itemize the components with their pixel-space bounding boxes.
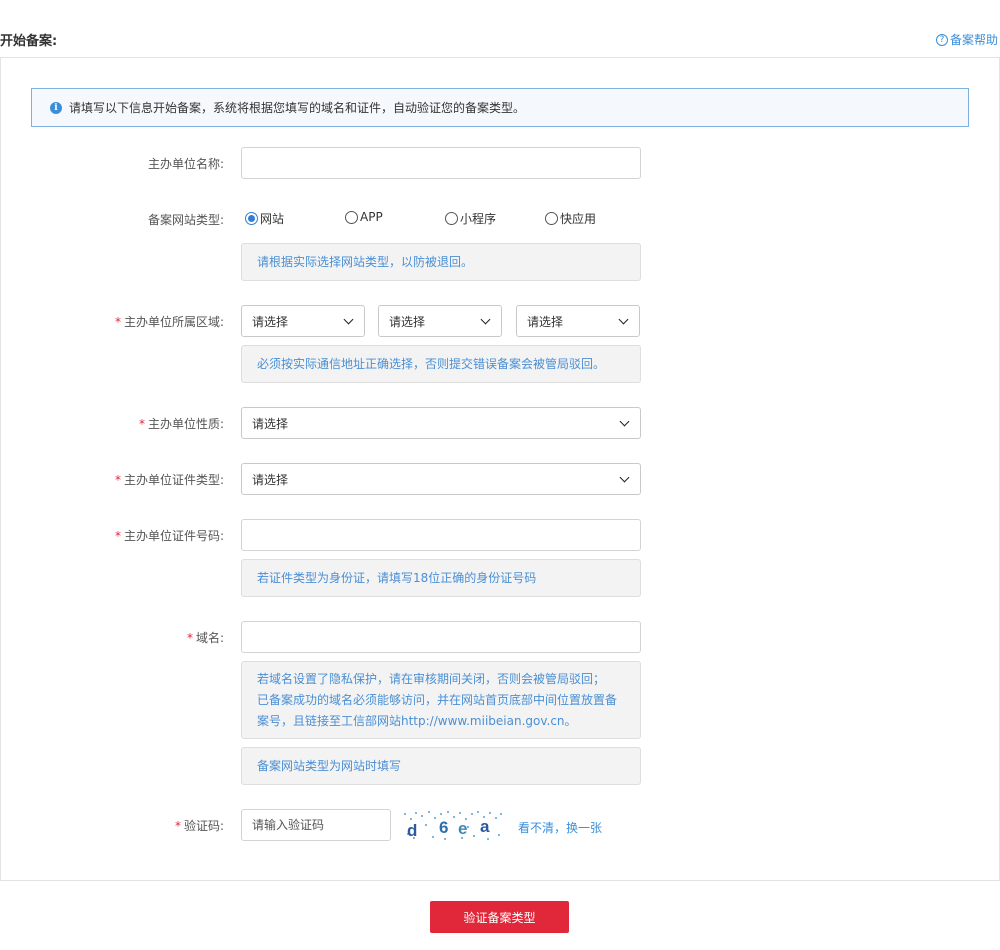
domain-hint-line: 若域名设置了隐私保护，请在审核期间关闭，否则会被管局驳回； bbox=[257, 671, 606, 686]
captcha-image[interactable]: d 6 e a bbox=[401, 809, 505, 841]
question-circle-icon: ? bbox=[935, 33, 948, 46]
site-type-hint: 请根据实际选择网站类型，以防被退回。 bbox=[241, 243, 641, 281]
captcha-refresh-link[interactable]: 看不清，换一张 bbox=[518, 819, 602, 836]
region-label: * 主办单位所属区域: bbox=[114, 315, 224, 329]
page-title: 开始备案: bbox=[0, 34, 58, 49]
verify-filing-type-button[interactable]: 验证备案类型 bbox=[430, 901, 569, 933]
chevron-down-icon bbox=[343, 314, 354, 324]
domain-label: * 域名: bbox=[186, 631, 224, 645]
help-link-label: 备案帮助 bbox=[949, 33, 998, 47]
domain-hint: 若域名设置了隐私保护，请在审核期间关闭，否则会被管局驳回； 已备案成功的域名必须… bbox=[241, 661, 641, 739]
region-hint: 必须按实际通信地址正确选择，否则提交错误备案会被管局驳回。 bbox=[241, 345, 641, 383]
help-link[interactable]: ? 备案帮助 bbox=[935, 31, 998, 48]
radio-unchecked-icon bbox=[445, 212, 458, 225]
city-select[interactable]: 请选择 bbox=[378, 305, 502, 337]
domain-type-hint: 备案网站类型为网站时填写 bbox=[241, 747, 641, 785]
cert-number-hint: 若证件类型为身份证，请填写18位正确的身份证号码 bbox=[241, 559, 641, 597]
chevron-down-icon bbox=[619, 416, 630, 426]
svg-text:e: e bbox=[458, 819, 467, 838]
domain-input[interactable] bbox=[241, 621, 641, 653]
info-notice: i 请填写以下信息开始备案，系统将根据您填写的域名和证件，自动验证您的备案类型。 bbox=[31, 88, 969, 127]
chevron-down-icon bbox=[480, 314, 491, 324]
district-select[interactable]: 请选择 bbox=[516, 305, 640, 337]
cert-number-input[interactable] bbox=[241, 519, 641, 551]
radio-website[interactable]: 网站 bbox=[245, 210, 284, 227]
cert-type-select[interactable]: 请选择 bbox=[241, 463, 641, 495]
chevron-down-icon bbox=[619, 472, 630, 482]
radio-quick-app[interactable]: 快应用 bbox=[545, 210, 596, 227]
org-name-input[interactable] bbox=[241, 147, 641, 179]
radio-app[interactable]: APP bbox=[345, 210, 383, 224]
province-select[interactable]: 请选择 bbox=[241, 305, 365, 337]
captcha-label: * 验证码: bbox=[174, 819, 224, 833]
svg-text:d: d bbox=[407, 821, 417, 840]
svg-text:a: a bbox=[480, 817, 490, 836]
org-nature-select[interactable]: 请选择 bbox=[241, 407, 641, 439]
chevron-down-icon bbox=[618, 314, 629, 324]
radio-checked-icon bbox=[245, 212, 258, 225]
org-name-label: 主办单位名称: bbox=[147, 157, 224, 171]
site-type-label: 备案网站类型: bbox=[147, 213, 224, 227]
info-notice-text: 请填写以下信息开始备案，系统将根据您填写的域名和证件，自动验证您的备案类型。 bbox=[69, 101, 526, 115]
radio-unchecked-icon bbox=[345, 210, 358, 224]
cert-number-label: * 主办单位证件号码: bbox=[114, 529, 224, 543]
domain-hint-line: 已备案成功的域名必须能够访问，并在网站首页底部中间位置放置备 bbox=[257, 692, 618, 707]
info-icon: i bbox=[50, 101, 62, 114]
org-nature-label: * 主办单位性质: bbox=[138, 417, 224, 431]
radio-unchecked-icon bbox=[545, 212, 558, 225]
radio-mini-program[interactable]: 小程序 bbox=[445, 210, 496, 227]
domain-hint-line: 案号，且链接至工信部网站http://www.miibeian.gov.cn。 bbox=[257, 713, 577, 728]
captcha-input[interactable] bbox=[241, 809, 391, 841]
svg-text:6: 6 bbox=[439, 818, 448, 837]
cert-type-label: * 主办单位证件类型: bbox=[114, 473, 224, 487]
